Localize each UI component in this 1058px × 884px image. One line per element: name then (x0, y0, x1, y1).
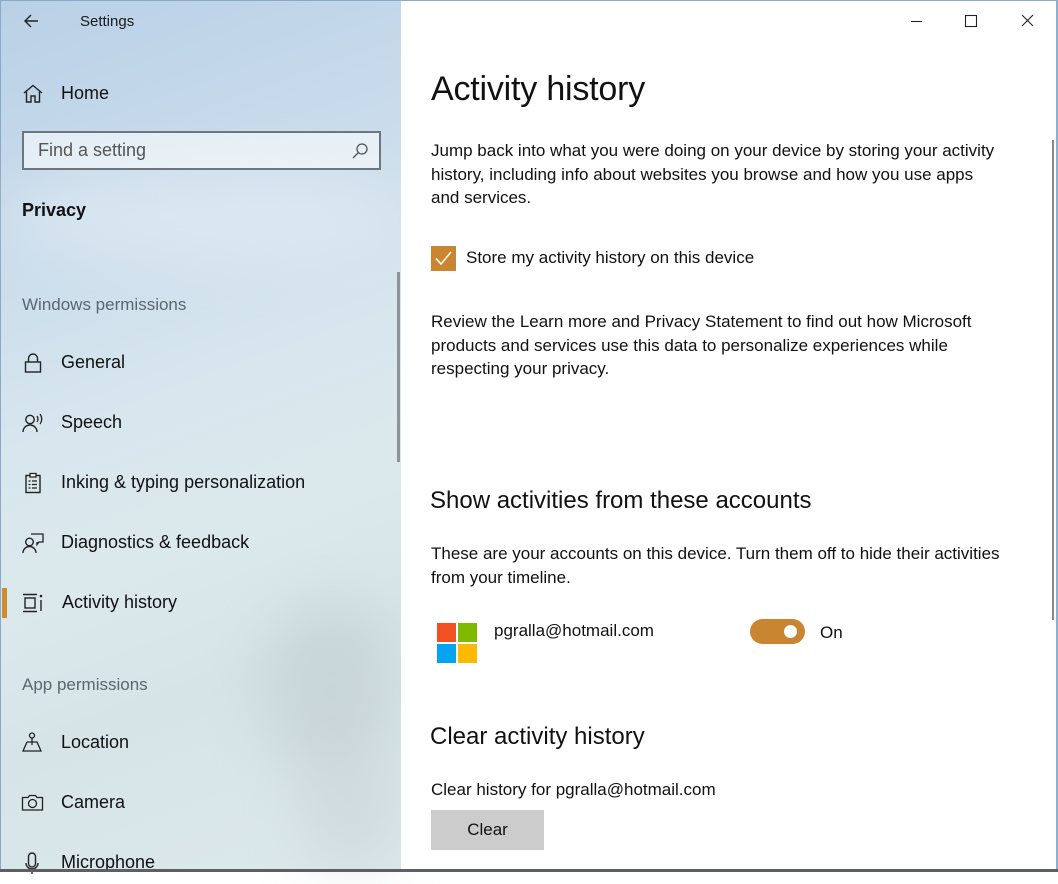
home-icon (23, 84, 43, 103)
logo-square-blue (437, 644, 456, 663)
feedback-icon (22, 533, 44, 554)
app-title: Settings (80, 13, 135, 30)
checkmark-icon (435, 251, 452, 266)
clipboard-icon (25, 472, 41, 494)
close-icon (1021, 14, 1034, 27)
accounts-description: These are your accounts on this device. … (431, 544, 1000, 587)
main-scrollbar[interactable] (1052, 140, 1054, 620)
back-arrow-icon (24, 14, 38, 28)
active-indicator (2, 588, 7, 618)
intro-text: Jump back into what you were doing on yo… (431, 141, 995, 207)
logo-square-green (458, 623, 477, 642)
minimize-button[interactable] (893, 6, 939, 36)
clear-button[interactable]: Clear (431, 810, 544, 850)
window-border (0, 0, 1058, 1)
nav-item-camera[interactable]: Camera (1, 782, 401, 824)
toggle-knob (784, 625, 797, 638)
title-bar: Settings (1, 0, 402, 44)
logo-square-red (437, 623, 456, 642)
group-label-app-permissions: App permissions (22, 675, 148, 694)
minimize-icon (911, 20, 922, 23)
nav-home[interactable]: Home (1, 74, 401, 112)
nav-item-label: Speech (61, 412, 123, 432)
clear-heading: Clear activity history (430, 723, 645, 750)
search-input[interactable] (24, 133, 379, 168)
back-button[interactable] (19, 8, 47, 34)
nav-item-label: Location (61, 732, 130, 752)
maximize-button[interactable] (948, 6, 994, 36)
account-email: pgralla@hotmail.com (494, 621, 654, 640)
nav-item-microphone[interactable]: Microphone (1, 842, 401, 884)
microsoft-logo-icon (437, 623, 477, 663)
logo-square-yellow (458, 644, 477, 663)
location-icon (21, 732, 43, 752)
nav-item-location[interactable]: Location (1, 722, 401, 764)
toggle-state-label: On (820, 623, 843, 642)
nav-item-label: Inking & typing personalization (61, 472, 306, 492)
account-toggle[interactable] (750, 619, 805, 644)
activity-history-icon (23, 593, 43, 613)
search-icon[interactable] (351, 142, 369, 160)
review-text: Review the Learn more and Privacy Statem… (431, 312, 972, 378)
nav-item-label: Activity history (62, 592, 178, 612)
nav-item-label: Diagnostics & feedback (61, 532, 250, 552)
nav-item-inking-typing[interactable]: Inking & typing personalization (1, 462, 401, 504)
lock-icon (24, 353, 42, 373)
clear-description: Clear history for pgralla@hotmail.com (431, 780, 716, 799)
group-label-windows-permissions: Windows permissions (22, 295, 187, 314)
search-box[interactable] (22, 131, 381, 170)
maximize-icon (964, 14, 978, 28)
nav-item-activity-history[interactable]: Activity history (1, 582, 401, 624)
nav-item-speech[interactable]: Speech (1, 402, 401, 444)
accounts-heading: Show activities from these accounts (430, 487, 812, 514)
nav-item-general[interactable]: General (1, 342, 401, 384)
sidebar: Settings Home Privacy Windows permission… (0, 0, 402, 874)
main-content: Activity history Jump back into what you… (401, 0, 1058, 872)
nav-item-label: General (61, 352, 126, 372)
nav-item-diagnostics[interactable]: Diagnostics & feedback (1, 522, 401, 564)
speech-icon (22, 413, 43, 433)
nav-home-label: Home (61, 83, 110, 103)
store-history-checkbox[interactable] (431, 246, 456, 271)
store-history-label[interactable]: Store my activity history on this device (466, 248, 754, 268)
sidebar-scrollbar[interactable] (397, 272, 400, 462)
camera-icon (21, 794, 44, 811)
nav-item-label: Camera (61, 792, 126, 812)
close-button[interactable] (1004, 6, 1050, 36)
page-title: Activity history (431, 70, 646, 108)
section-title: Privacy (22, 200, 87, 220)
